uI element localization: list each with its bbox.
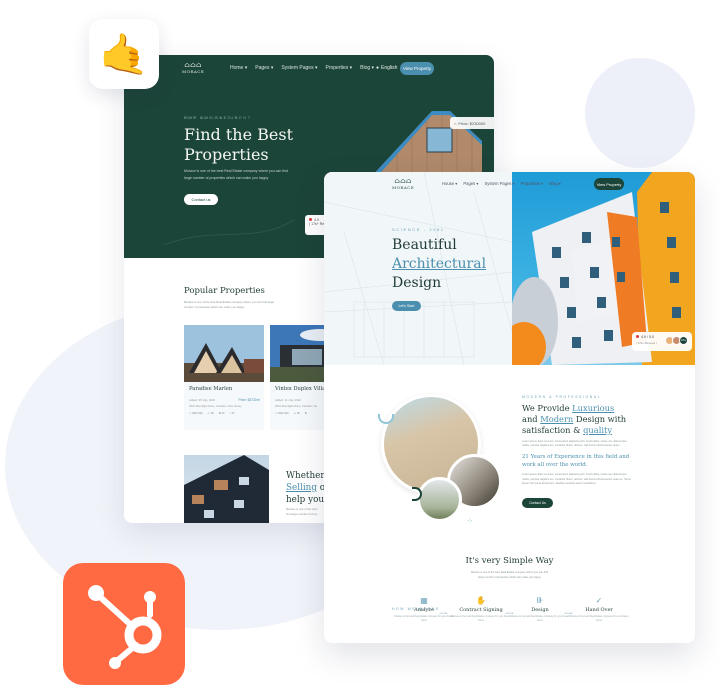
area-icon: ⛶ 1020 Sqft (275, 412, 289, 415)
bath-icon: ⊏ (304, 412, 307, 415)
hero-title: Find the Best Properties (184, 125, 294, 164)
property-image (184, 325, 264, 382)
language-selector[interactable]: ● English (376, 65, 397, 71)
garage-icon: ⌂ 07 (229, 412, 235, 415)
hero-title: Beautiful Architectural Design (392, 237, 487, 291)
top-navigation: ⌂⌂⌂ MORACE Home ▾ Pages ▾ System Pages ▾… (124, 55, 494, 85)
call-me-hand-icon: 🤙 (89, 19, 159, 89)
hero-description: Morace is one of the best Real Estate co… (184, 169, 288, 180)
check-badge-icon: ✓ (595, 596, 603, 605)
added-date: Added: 05 July, 2022 (189, 398, 216, 402)
nav-item-home[interactable]: Home ▾ (230, 65, 247, 71)
property-name: Vintex Duplex Villa (275, 386, 326, 392)
background-circle (585, 58, 695, 168)
experience-subheading: 21 Years of Experience in this field and… (522, 454, 630, 469)
nav-item-pages[interactable]: Pages ▾ (463, 181, 478, 186)
property-address: 3601 Moonlight Drive, Camden, Ne (275, 405, 317, 408)
home-icon: ⌂ (454, 120, 457, 126)
added-date: Added: 11 July, 2022 (275, 398, 301, 402)
why-description: Morace is one of the best find large num… (286, 507, 318, 516)
calculator-icon: ▦ (420, 596, 428, 605)
nav-item-properties[interactable]: Properties ▾ (325, 65, 352, 71)
step-design: ⊪ Design Morace is the best Real Estate … (510, 596, 570, 622)
view-property-button[interactable]: View Property (594, 178, 624, 190)
area-icon: ⛶ 1000 Sqft (189, 412, 203, 415)
nav-item-properties[interactable]: Properties ▾ (521, 181, 543, 186)
star-icon (309, 218, 312, 221)
morace-logo[interactable]: ⌂⌂⌂ MORACE (392, 178, 414, 191)
morace-logo[interactable]: ⌂⌂⌂ MORACE (182, 62, 204, 75)
lets-start-button[interactable]: Let's Start (392, 301, 421, 311)
rating-badge: 4.9 / 5.0 ( 17k+ Reviews ) 17k+ (632, 332, 692, 351)
bed-icon: ▭ 05 (293, 412, 300, 415)
hero-eyebrow: SCIENCE - 2081 (392, 227, 445, 232)
reviewer-avatars: 17k+ (665, 336, 688, 345)
how-title: It's very Simple Way (465, 556, 554, 566)
about-eyebrow: MODERN & PROFESSIONAL (522, 395, 602, 399)
hubspot-logo-icon (63, 563, 185, 685)
section-description: Morace is one of the best Real Estate co… (184, 300, 275, 309)
about-title: We Provide Luxurious and Modern Design w… (522, 403, 627, 435)
why-title: Whether Selling or help you (286, 471, 329, 505)
property-card[interactable]: Paradise Marlen Added: 05 July, 2022 Pri… (184, 325, 264, 430)
nav-item-pages[interactable]: Pages ▾ (255, 65, 273, 71)
nav-item-system-pages[interactable]: System Pages ▾ (485, 181, 515, 186)
property-name: Paradise Marlen (189, 386, 233, 392)
property-price: Price: $3722/m (238, 398, 260, 402)
apartment-building-image (184, 455, 269, 523)
decorative-dots-icon: ⁘ (467, 517, 473, 525)
towers-photo (417, 477, 462, 522)
step-hand-over: ✓ Hand Over Morace is the best Real Esta… (569, 596, 629, 622)
about-paragraph: Lorem ipsum dolor sit amet, consectetur … (522, 440, 627, 448)
contact-us-button[interactable]: Contact Us (522, 498, 553, 509)
about-section: MODERN & PROFESSIONAL We Provide Luxurio… (522, 395, 632, 509)
nav-item-blog[interactable]: Blog ▾ (549, 181, 561, 186)
homepage-preview-light: ⌂⌂⌂ MORACE SCIENCE - 2081 Beautiful Arch… (324, 172, 695, 643)
nav-item-system-pages[interactable]: System Pages ▾ (281, 65, 317, 71)
globe-icon: ● (376, 65, 380, 71)
handshake-icon: ✋ (476, 596, 486, 605)
property-address: 3601 Moonlight Drive, Camden, New Jersey (189, 405, 242, 408)
hero-left: ⌂⌂⌂ MORACE SCIENCE - 2081 Beautiful Arch… (324, 172, 512, 365)
nav-menu: House ▾ Pages ▾ System Pages ▾ Propertie… (442, 181, 561, 186)
nav-menu: Home ▾ Pages ▾ System Pages ▾ Properties… (230, 65, 374, 71)
property-features: ⛶ 1020 Sqft ▭ 05 ⊏ (275, 412, 307, 415)
nav-item-blog[interactable]: Blog ▾ (360, 65, 374, 71)
how-we-work-section: HOW WE WORKS It's very Simple Way Morace… (324, 552, 695, 611)
contact-us-button[interactable]: Contact us (184, 194, 218, 205)
section-title-popular: Popular Properties (184, 286, 265, 296)
step-contract-signing: ✋ Contract Signing Morace is the best Re… (451, 596, 511, 622)
view-property-button[interactable]: View Property (400, 62, 434, 75)
building-chart-icon: ⊪ (536, 596, 544, 605)
avatar-more-count: 17k+ (679, 336, 688, 345)
star-icon (636, 335, 639, 338)
property-features: ⛶ 1000 Sqft ▭ 06 ⊏ 04 ⌂ 07 (189, 412, 235, 415)
why-eyebrow: WHY CHOOSE US (184, 115, 240, 120)
about-paragraph: Lorem ipsum dolor sit amet, consectetur … (522, 473, 631, 485)
image-collage: ⁘ (374, 392, 504, 527)
bath-icon: ⊏ 04 (218, 412, 225, 415)
decorative-swirl (163, 219, 295, 246)
nav-item-house[interactable]: House ▾ (442, 181, 457, 186)
arrow-icon: ⟶ (439, 610, 448, 617)
how-description: Morace is one of the best Real Estate co… (471, 571, 548, 579)
bed-icon: ▭ 06 (207, 412, 214, 415)
price-tag: ⌂ Price: $230000 (450, 117, 494, 129)
